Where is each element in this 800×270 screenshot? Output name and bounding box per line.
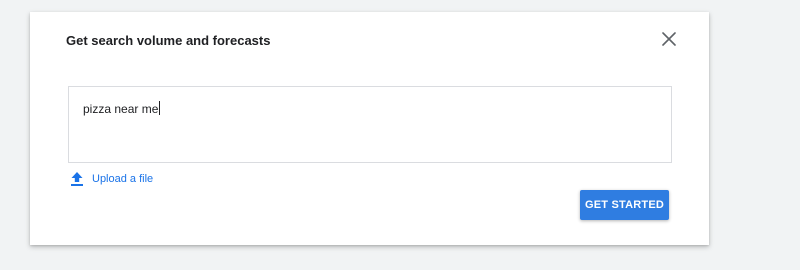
- upload-file-link[interactable]: Upload a file: [70, 171, 153, 187]
- text-caret: [159, 101, 161, 115]
- keywords-input[interactable]: pizza near me: [68, 86, 672, 163]
- dialog-title: Get search volume and forecasts: [66, 33, 271, 48]
- search-volume-dialog: Get search volume and forecasts pizza ne…: [30, 12, 709, 245]
- close-button[interactable]: [658, 28, 680, 50]
- get-started-button[interactable]: GET STARTED: [580, 190, 669, 220]
- close-icon[interactable]: [662, 32, 676, 46]
- upload-file-label[interactable]: Upload a file: [92, 172, 153, 186]
- upload-icon[interactable]: [70, 171, 92, 187]
- keywords-input-value: pizza near me: [83, 102, 159, 116]
